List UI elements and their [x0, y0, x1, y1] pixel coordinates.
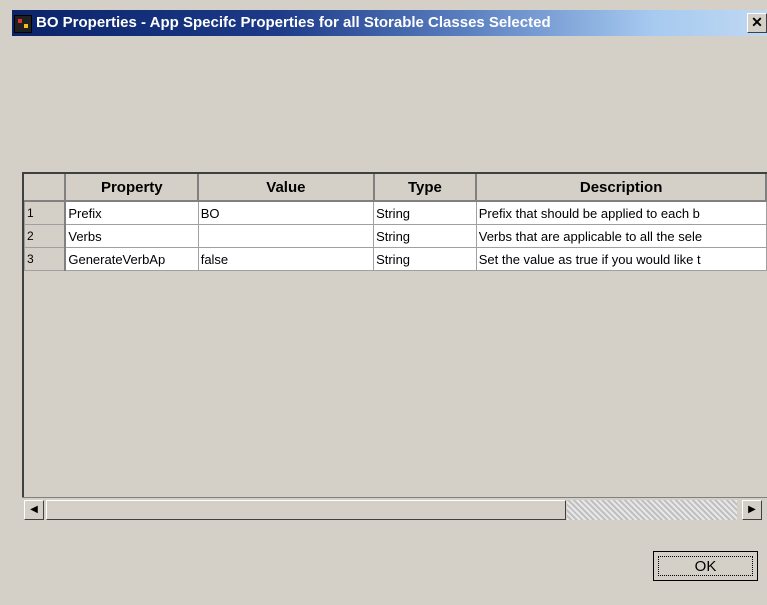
type-cell[interactable]: String — [373, 247, 477, 271]
property-cell[interactable]: Verbs — [64, 224, 199, 248]
scroll-left-icon[interactable]: ◀ — [24, 500, 44, 520]
property-cell[interactable]: GenerateVerbAp — [64, 247, 199, 271]
column-header-type[interactable]: Type — [373, 174, 478, 202]
value-cell[interactable] — [197, 224, 375, 248]
scroll-thumb[interactable] — [46, 500, 566, 520]
table-row[interactable]: 3 GenerateVerbAp false String Set the va… — [24, 247, 767, 271]
properties-grid: Property Value Type Description 1 Prefix… — [22, 172, 767, 522]
table-row[interactable]: 2 Verbs String Verbs that are applicable… — [24, 224, 767, 248]
close-icon[interactable]: ✕ — [747, 13, 767, 33]
description-cell[interactable]: Set the value as true if you would like … — [475, 247, 767, 271]
ok-button[interactable]: OK — [653, 551, 758, 581]
type-cell[interactable]: String — [373, 200, 477, 225]
column-header-description[interactable]: Description — [476, 174, 767, 202]
column-header-value[interactable]: Value — [198, 174, 375, 202]
table-row[interactable]: 1 Prefix BO String Prefix that should be… — [24, 200, 767, 225]
row-number[interactable]: 2 — [24, 224, 67, 248]
description-cell[interactable]: Prefix that should be applied to each b — [475, 200, 767, 225]
row-number[interactable]: 1 — [24, 200, 67, 225]
app-icon — [14, 15, 32, 33]
ok-button-label: OK — [658, 556, 753, 576]
horizontal-scrollbar[interactable]: ◀ ▶ — [22, 497, 767, 522]
row-number[interactable]: 3 — [24, 247, 67, 271]
window-title: BO Properties - App Specifc Properties f… — [36, 14, 551, 31]
column-header-property[interactable]: Property — [65, 174, 200, 202]
column-header-rownum[interactable] — [24, 174, 67, 202]
description-cell[interactable]: Verbs that are applicable to all the sel… — [475, 224, 767, 248]
header-row: Property Value Type Description — [24, 174, 767, 202]
property-cell[interactable]: Prefix — [64, 200, 199, 225]
title-bar[interactable]: BO Properties - App Specifc Properties f… — [12, 10, 767, 36]
value-cell[interactable]: false — [197, 247, 375, 271]
type-cell[interactable]: String — [373, 224, 477, 248]
properties-dialog: BO Properties - App Specifc Properties f… — [0, 0, 767, 605]
value-cell[interactable]: BO — [197, 200, 375, 225]
scroll-track[interactable] — [567, 500, 737, 520]
scroll-right-icon[interactable]: ▶ — [742, 500, 762, 520]
